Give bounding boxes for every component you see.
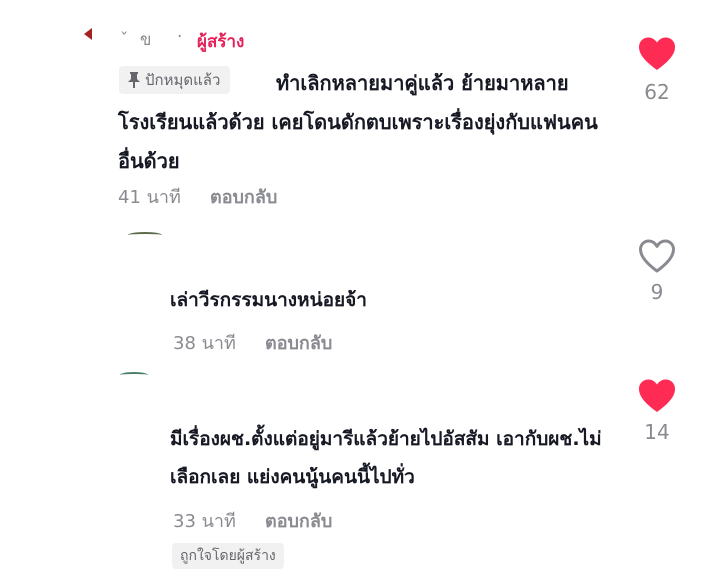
creator-label: ผู้สร้าง <box>197 32 245 52</box>
like-count: 62 <box>644 80 670 104</box>
comment-time: 38 นาที <box>173 333 236 354</box>
heart-outline-icon <box>639 239 675 273</box>
avatar[interactable] <box>128 232 162 238</box>
reply-button[interactable]: ตอบกลับ <box>210 182 277 211</box>
comment-text: เล่าวีรกรรมนางหน่อยจ้า <box>170 289 367 311</box>
heart-filled-icon <box>639 379 675 412</box>
reply-button[interactable]: ตอบกลับ <box>265 506 332 535</box>
pinned-label: ปักหมุดแล้ว <box>145 71 221 89</box>
reply-button[interactable]: ตอบกลับ <box>265 328 332 357</box>
comment-time: 41 นาที <box>118 187 181 208</box>
comment-text: มีเรื่องผช.ตั้งแต่อยู่มารีแล้วย้ายไปอัสส… <box>170 428 602 488</box>
avatar[interactable] <box>84 28 92 40</box>
heart-filled-icon <box>639 37 675 70</box>
comment-username[interactable]: ˇ ข <box>120 26 155 53</box>
like-count: 9 <box>650 280 664 304</box>
pin-icon <box>128 72 140 88</box>
comment-time: 33 นาที <box>173 511 236 532</box>
like-button[interactable] <box>637 238 677 278</box>
avatar[interactable] <box>120 372 148 378</box>
username-separator: · <box>177 27 183 47</box>
liked-by-creator-badge: ถูกใจโดยผู้สร้าง <box>172 543 284 569</box>
like-button[interactable] <box>637 36 677 76</box>
like-button[interactable] <box>637 378 677 418</box>
like-count: 14 <box>644 420 670 444</box>
pinned-badge: ปักหมุดแล้ว <box>119 66 231 94</box>
